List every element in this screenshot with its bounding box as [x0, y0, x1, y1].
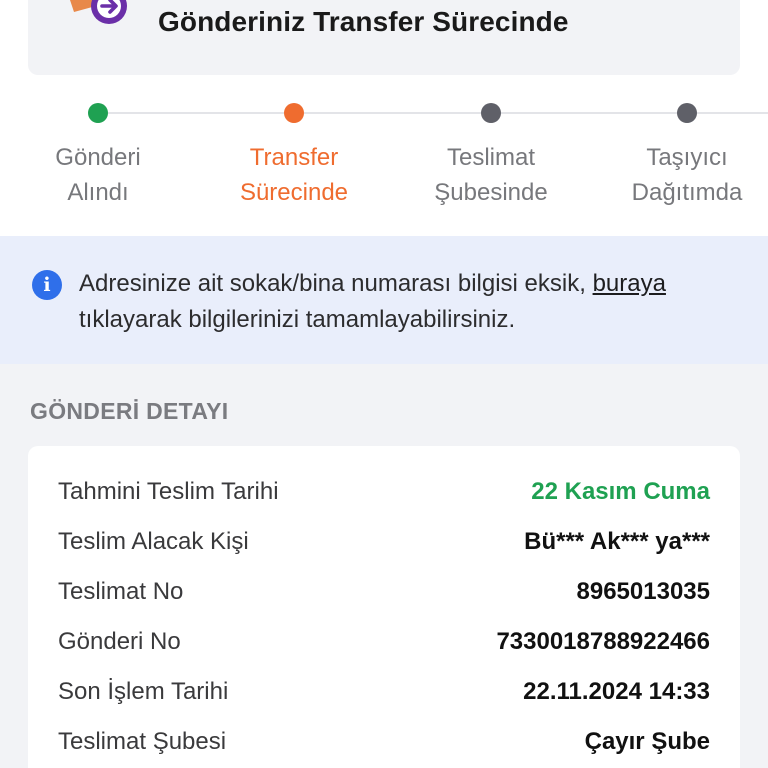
detail-row-delivery-branch: Teslimat Şubesi Çayır Şube: [58, 722, 710, 762]
section-title: GÖNDERİ DETAYI: [30, 398, 229, 424]
detail-label: Son İşlem Tarihi: [58, 678, 229, 705]
shipment-details-card: Tahmini Teslim Tarihi 22 Kasım Cuma Tesl…: [28, 446, 740, 768]
step-label-line: Şubesinde: [434, 179, 548, 206]
complete-address-link[interactable]: buraya: [593, 270, 666, 297]
step-dot-branch: [481, 103, 501, 123]
step-label-line: Dağıtımda: [631, 179, 743, 206]
step-label-branch: Teslimat Şubesinde: [396, 140, 586, 210]
progress-connector: [108, 112, 284, 114]
detail-row-delivery-number: Teslimat No 8965013035: [58, 572, 710, 612]
info-icon: i: [32, 270, 62, 300]
step-label-line: Teslimat: [446, 144, 536, 171]
detail-label: Gönderi No: [58, 628, 181, 655]
page-title: Gönderiniz Transfer Sürecinde: [158, 6, 569, 37]
detail-row-shipment-number: Gönderi No 7330018788922466: [58, 622, 710, 662]
detail-value: 7330018788922466: [496, 628, 710, 655]
notice-text-before: Adresinize ait sokak/bina numarası bilgi…: [79, 270, 593, 297]
detail-row-recipient: Teslim Alacak Kişi Bü*** Ak*** ya***: [58, 522, 710, 562]
progress-connector: [501, 112, 678, 114]
detail-label: Tahmini Teslim Tarihi: [58, 478, 279, 505]
step-dot-courier: [677, 103, 697, 123]
step-dot-received: [88, 103, 108, 123]
step-label-line: Transfer: [249, 144, 339, 171]
step-label-received: Gönderi Alındı: [3, 140, 193, 210]
notice-text-after: tıklayarak bilgilerinizi tamamlayabilirs…: [79, 306, 516, 333]
step-label-transfer: Transfer Sürecinde: [199, 140, 389, 210]
detail-value: Çayır Şube: [584, 728, 710, 755]
detail-label: Teslim Alacak Kişi: [58, 528, 249, 555]
step-label-line: Gönderi: [55, 144, 141, 171]
detail-label: Teslimat No: [58, 578, 184, 605]
detail-value: Bü*** Ak*** ya***: [524, 528, 710, 555]
detail-row-estimated-delivery: Tahmini Teslim Tarihi 22 Kasım Cuma: [58, 472, 710, 512]
address-notice-text: Adresinize ait sokak/bina numarası bilgi…: [79, 266, 749, 338]
progress-connector: [304, 112, 481, 114]
detail-value: 22.11.2024 14:33: [523, 678, 710, 705]
detail-row-last-update: Son İşlem Tarihi 22.11.2024 14:33: [58, 672, 710, 712]
step-label-line: Sürecinde: [239, 179, 349, 206]
detail-value: 22 Kasım Cuma: [531, 478, 710, 505]
step-label-line: Taşıyıcı: [646, 144, 728, 171]
detail-value: 8965013035: [576, 578, 710, 605]
progress-connector: [697, 112, 768, 114]
package-transfer-icon: [70, 0, 127, 24]
step-dot-transfer: [284, 103, 304, 123]
step-label-line: Alındı: [67, 179, 129, 206]
detail-label: Teslimat Şubesi: [58, 728, 227, 755]
step-label-courier: Taşıyıcı Dağıtımda: [592, 140, 768, 210]
